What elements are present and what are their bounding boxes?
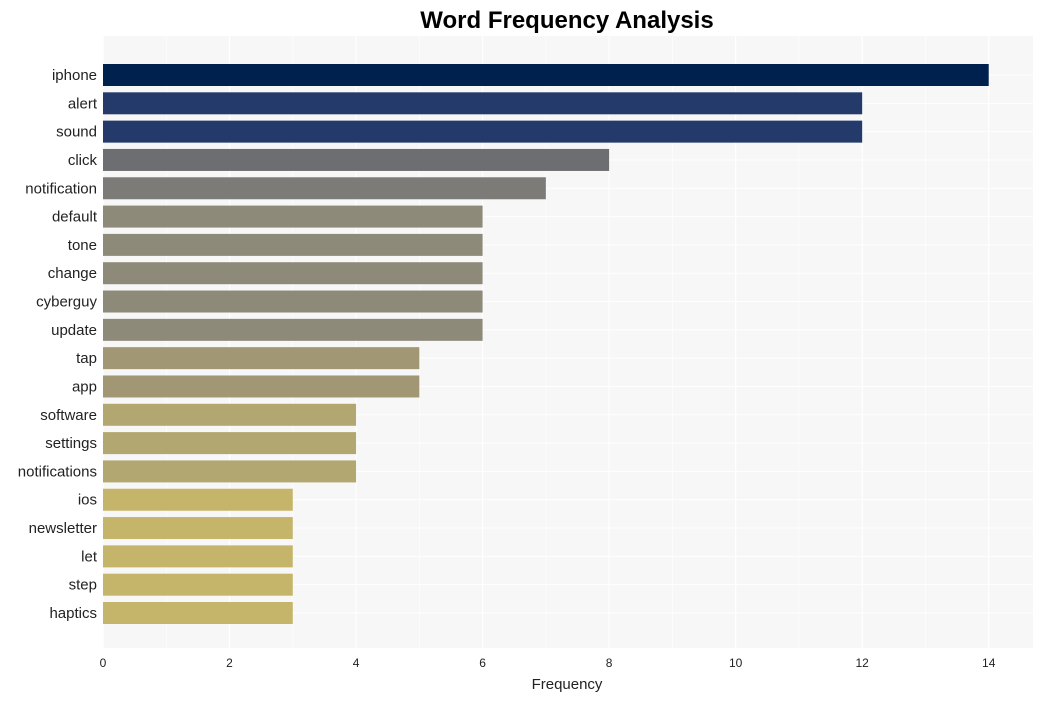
category-label: software: [40, 407, 97, 424]
bar-app: [103, 375, 420, 398]
bar-default: [103, 205, 483, 228]
bar-tap: [103, 347, 420, 370]
bar-update: [103, 318, 483, 341]
category-label: step: [69, 577, 97, 594]
chart-title: Word Frequency Analysis: [420, 7, 713, 34]
category-labels: iphone alert sound click notification default…: [18, 67, 98, 622]
x-tick-label: 14: [982, 656, 996, 670]
x-tick-label: 0: [100, 656, 107, 670]
x-tick-label: 2: [226, 656, 233, 670]
category-label: iphone: [52, 67, 97, 84]
bar-alert: [103, 92, 863, 115]
x-tick-label: 10: [729, 656, 743, 670]
x-axis-label: Frequency: [532, 676, 603, 693]
bar-notification: [103, 177, 546, 200]
bar-click: [103, 148, 610, 171]
bar-ios: [103, 488, 293, 511]
bar-change: [103, 262, 483, 285]
category-label: tap: [76, 350, 97, 367]
bar-settings: [103, 432, 357, 455]
bar-iphone: [103, 64, 989, 86]
category-label: alert: [68, 95, 98, 112]
bar-software: [103, 403, 357, 426]
bar-tone: [103, 233, 483, 256]
x-tick-labels: 0 2 4 6 8 10 12 14: [100, 656, 996, 670]
category-label: haptics: [49, 605, 97, 622]
bar-notifications: [103, 460, 357, 483]
category-label: ios: [78, 492, 97, 509]
bar-step: [103, 573, 293, 596]
category-label: app: [72, 378, 97, 395]
category-label: update: [51, 322, 97, 339]
category-label: tone: [68, 237, 97, 254]
category-label: notifications: [18, 463, 97, 480]
category-label: cyberguy: [36, 294, 97, 311]
category-label: click: [68, 152, 98, 169]
bar-newsletter: [103, 517, 293, 540]
x-tick-label: 6: [479, 656, 486, 670]
bar-let: [103, 545, 293, 568]
x-tick-label: 12: [856, 656, 870, 670]
category-label: newsletter: [29, 520, 97, 537]
x-tick-label: 8: [606, 656, 613, 670]
x-tick-label: 4: [353, 656, 360, 670]
category-label: change: [48, 265, 97, 282]
category-label: notification: [25, 180, 97, 197]
bar-haptics: [103, 602, 293, 624]
bar-chart: iphone alert sound click notification default…: [18, 7, 1033, 693]
category-label: sound: [56, 124, 97, 141]
bar-cyberguy: [103, 290, 483, 313]
category-label: let: [81, 548, 98, 565]
bar-sound: [103, 120, 863, 143]
category-label: settings: [45, 435, 97, 452]
category-label: default: [52, 209, 98, 226]
